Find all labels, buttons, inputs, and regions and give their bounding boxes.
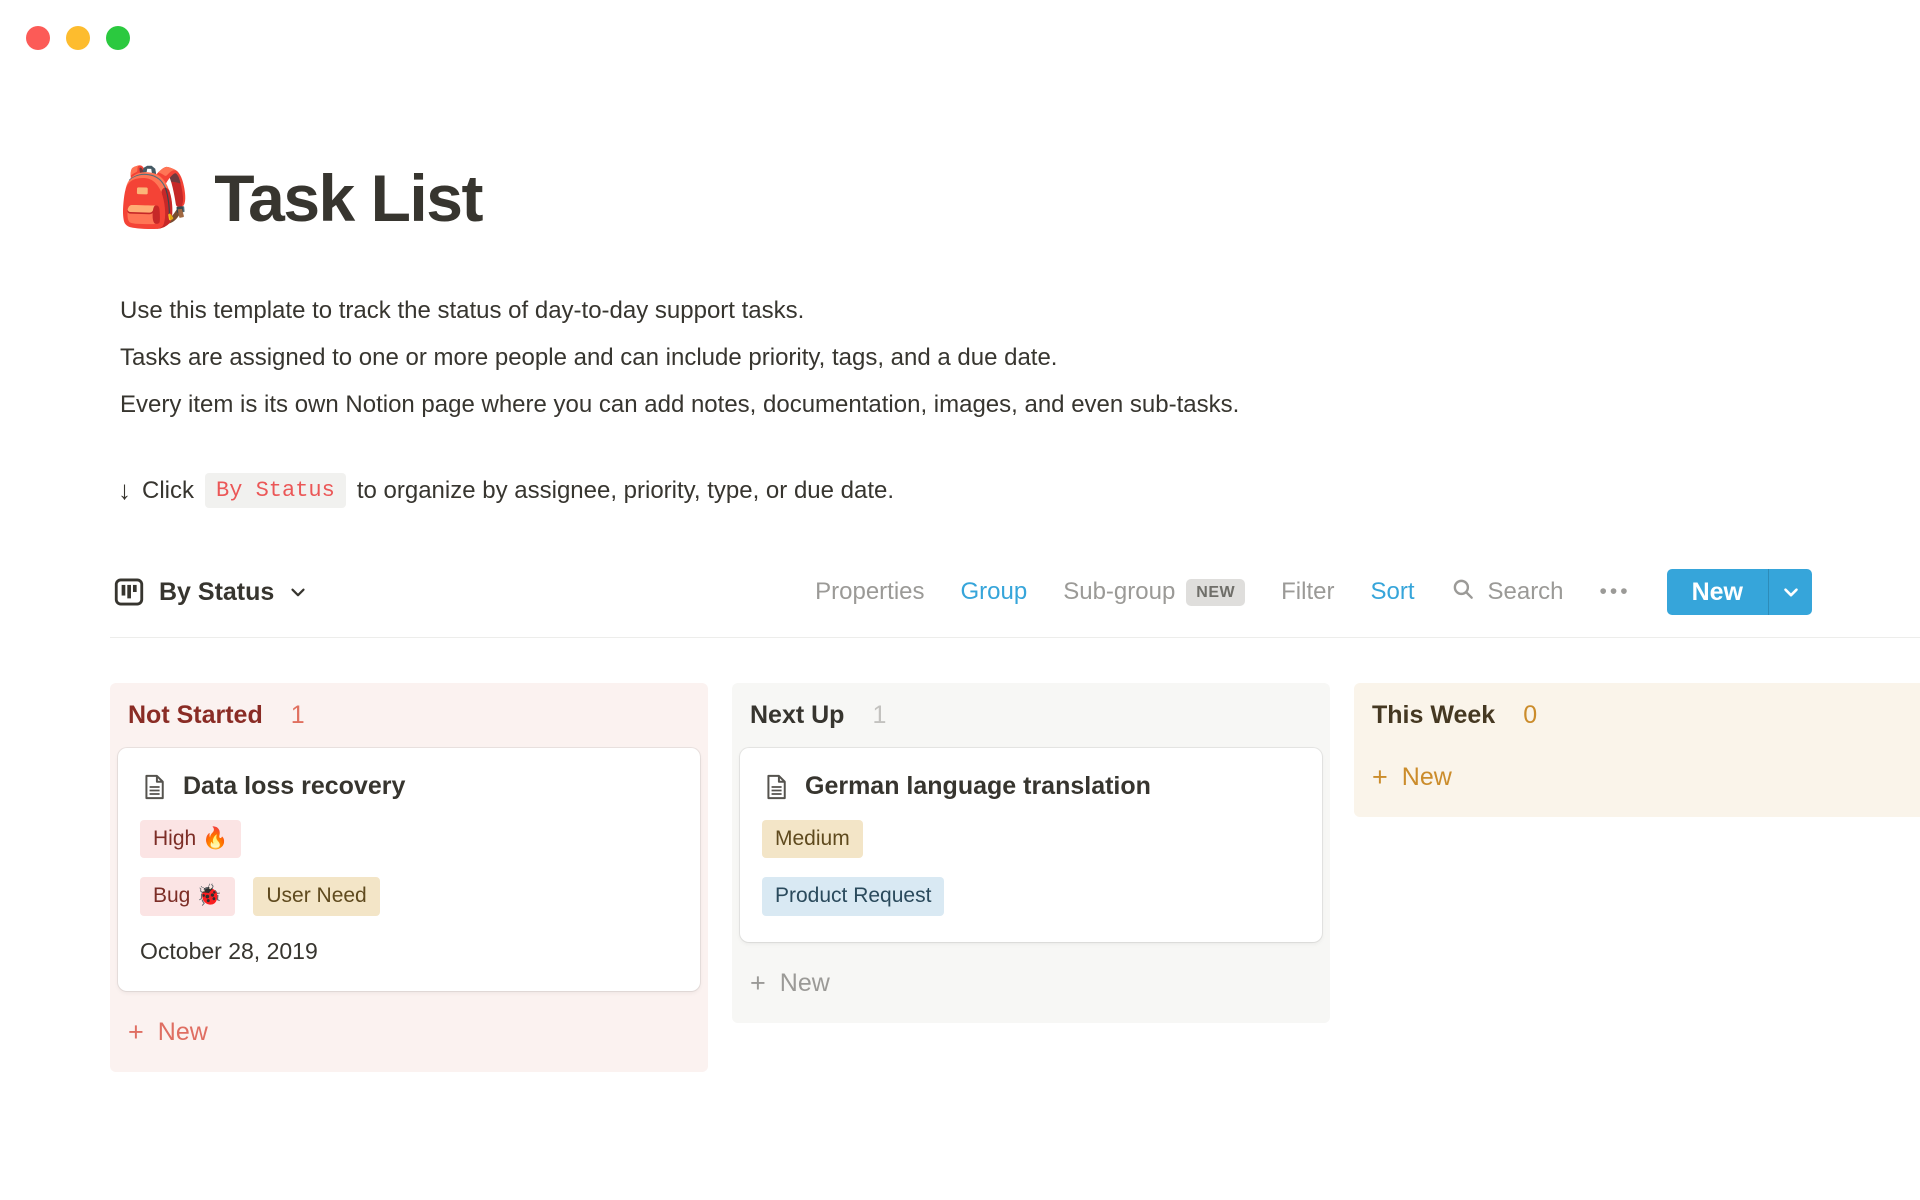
tag-type-product-request: Product Request bbox=[762, 877, 944, 915]
plus-icon: + bbox=[750, 968, 766, 999]
callout-line[interactable]: ↓ Click By Status to organize by assigne… bbox=[118, 473, 894, 508]
view-toolbar: By Status Properties Group Sub-group NEW… bbox=[112, 566, 1812, 618]
sort-button[interactable]: Sort bbox=[1370, 578, 1414, 606]
more-options-button[interactable]: ••• bbox=[1600, 580, 1631, 604]
column-header[interactable]: This Week 0 bbox=[1360, 689, 1920, 746]
page-header: 🎒 Task List bbox=[118, 160, 482, 236]
new-split-button: New bbox=[1667, 569, 1812, 615]
new-button-caret[interactable] bbox=[1768, 569, 1812, 615]
add-card-button-next-up[interactable]: + New bbox=[738, 956, 1324, 1011]
document-icon bbox=[762, 773, 790, 801]
close-button[interactable] bbox=[26, 26, 50, 50]
add-card-label: New bbox=[780, 969, 830, 998]
add-card-button-this-week[interactable]: + New bbox=[1360, 750, 1920, 805]
description-line[interactable]: Tasks are assigned to one or more people… bbox=[120, 334, 1239, 381]
task-card-german-language-translation[interactable]: German language translation Medium Produ… bbox=[740, 748, 1322, 942]
subgroup-button[interactable]: Sub-group NEW bbox=[1063, 578, 1245, 606]
plus-icon: + bbox=[128, 1017, 144, 1048]
toolbar-menu: Properties Group Sub-group NEW Filter So… bbox=[815, 569, 1812, 615]
properties-button[interactable]: Properties bbox=[815, 578, 924, 606]
tag-priority-medium: Medium bbox=[762, 820, 863, 858]
add-card-button-not-started[interactable]: + New bbox=[116, 1005, 702, 1060]
column-count: 1 bbox=[872, 701, 886, 730]
view-switcher-by-status[interactable]: By Status bbox=[112, 575, 309, 609]
board-column-not-started: Not Started 1 Data loss recovery bbox=[110, 683, 708, 1072]
group-button[interactable]: Group bbox=[961, 578, 1028, 606]
card-title: German language translation bbox=[805, 772, 1151, 801]
new-button[interactable]: New bbox=[1667, 569, 1768, 615]
column-name: This Week bbox=[1372, 701, 1495, 730]
page-description: Use this template to track the status of… bbox=[120, 287, 1239, 428]
view-name-label: By Status bbox=[159, 578, 274, 607]
callout-text: Click bbox=[142, 477, 194, 505]
board-column-next-up: Next Up 1 German language translatio bbox=[732, 683, 1330, 1023]
card-due-date: October 28, 2019 bbox=[140, 938, 678, 965]
magnifier-icon bbox=[1450, 576, 1476, 609]
board-column-this-week: This Week 0 + New bbox=[1354, 683, 1920, 817]
kanban-board-icon bbox=[112, 575, 146, 609]
tag-type-user-need: User Need bbox=[253, 877, 379, 915]
callout-text: to organize by assignee, priority, type,… bbox=[357, 477, 894, 505]
plus-icon: + bbox=[1372, 762, 1388, 793]
page-icon-backpack[interactable]: 🎒 bbox=[118, 169, 190, 227]
description-line[interactable]: Use this template to track the status of… bbox=[120, 287, 1239, 334]
search-label: Search bbox=[1487, 578, 1563, 606]
column-count: 1 bbox=[291, 701, 305, 730]
window-controls bbox=[26, 26, 130, 50]
filter-button[interactable]: Filter bbox=[1281, 578, 1334, 606]
column-name: Next Up bbox=[750, 701, 844, 730]
task-card-data-loss-recovery[interactable]: Data loss recovery High 🔥 Bug 🐞 User Nee… bbox=[118, 748, 700, 991]
page-title[interactable]: Task List bbox=[214, 160, 482, 236]
tag-priority-high: High 🔥 bbox=[140, 820, 241, 858]
document-icon bbox=[140, 773, 168, 801]
down-arrow-icon: ↓ bbox=[118, 475, 131, 506]
column-name: Not Started bbox=[128, 701, 263, 730]
tag-type-bug: Bug 🐞 bbox=[140, 877, 235, 915]
new-feature-badge: NEW bbox=[1186, 579, 1245, 606]
chevron-down-icon bbox=[287, 581, 309, 603]
search-button[interactable]: Search bbox=[1450, 576, 1563, 609]
kanban-board: Not Started 1 Data loss recovery bbox=[110, 683, 1920, 1072]
minimize-button[interactable] bbox=[66, 26, 90, 50]
notion-window: 🎒 Task List Use this template to track t… bbox=[0, 0, 1920, 1200]
add-card-label: New bbox=[158, 1018, 208, 1047]
description-line[interactable]: Every item is its own Notion page where … bbox=[120, 381, 1239, 428]
zoom-button[interactable] bbox=[106, 26, 130, 50]
subgroup-label: Sub-group bbox=[1063, 578, 1175, 606]
add-card-label: New bbox=[1402, 763, 1452, 792]
toolbar-divider bbox=[110, 637, 1920, 638]
card-title: Data loss recovery bbox=[183, 772, 405, 801]
column-count: 0 bbox=[1523, 701, 1537, 730]
column-header[interactable]: Not Started 1 bbox=[116, 689, 702, 746]
inline-code-by-status: By Status bbox=[205, 473, 346, 508]
column-header[interactable]: Next Up 1 bbox=[738, 689, 1324, 746]
